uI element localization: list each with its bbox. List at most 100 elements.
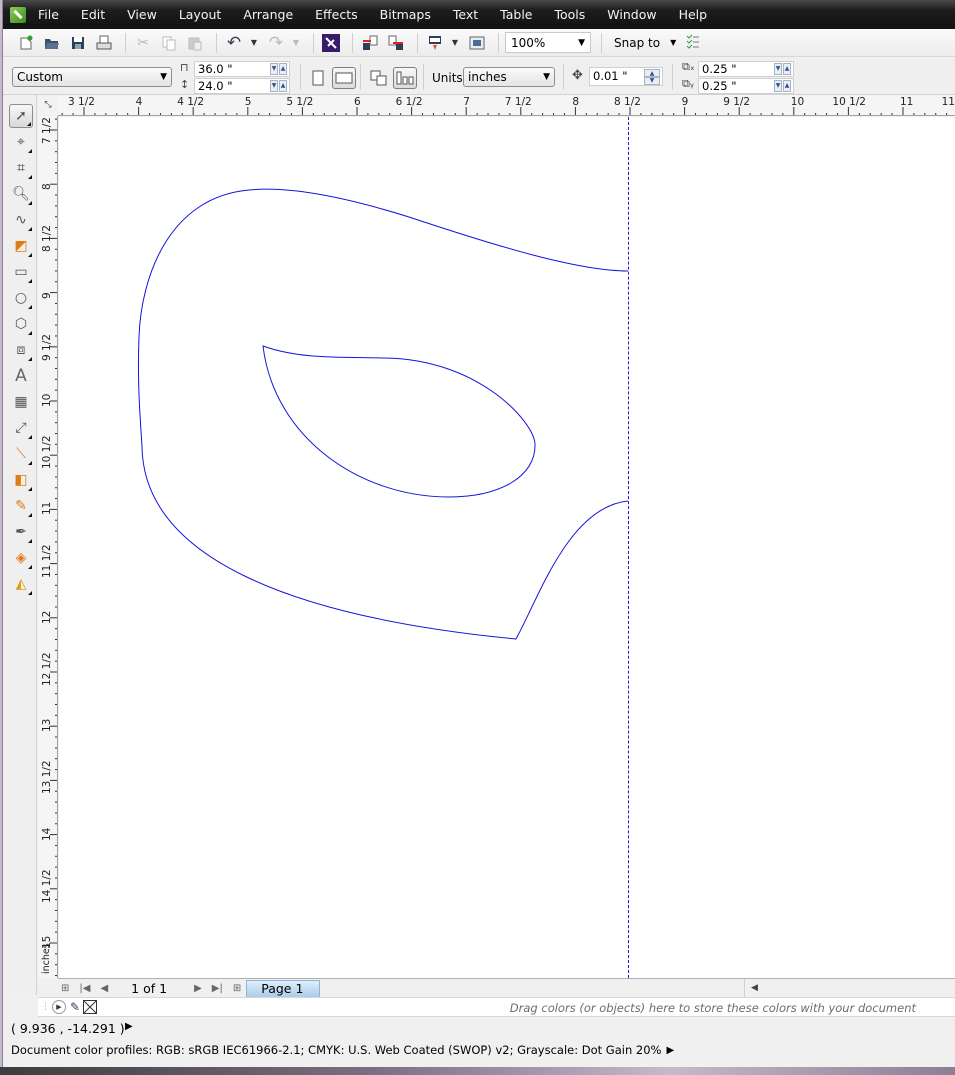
page-width-field[interactable]: 36.0 " ▼ ▲ — [194, 61, 290, 77]
pen-nib-icon: ✒ — [15, 524, 27, 540]
fill-tool[interactable]: ◈ — [9, 546, 33, 570]
menu-arrange[interactable]: Arrange — [232, 0, 304, 29]
smart-fill-tool[interactable]: ◩ — [9, 234, 33, 258]
eyedropper-tool[interactable]: ✎ — [9, 494, 33, 518]
mask-eye-hole-outline[interactable] — [262, 345, 536, 498]
horizontal-scrollbar[interactable]: ◀ — [744, 979, 955, 997]
zoom-tool[interactable]: 🔍︎ — [9, 182, 33, 206]
snap-options-icon[interactable] — [684, 33, 700, 52]
eyedropper-icon[interactable]: ✎ — [70, 1000, 80, 1014]
cut-button[interactable]: ✂ — [132, 32, 154, 54]
blend-tool[interactable]: ◧ — [9, 468, 33, 492]
menu-text[interactable]: Text — [442, 0, 489, 29]
toolbox: ➚ ⌖ ⌗ 🔍︎ ∿ ◩ ▭ ○ ⬡ ⧈ A ▦ ⤢ ⟍ ◧ ✎ ✒ ◈ ◭ — [3, 95, 37, 995]
status-flyout-arrow-icon[interactable]: ▶ — [125, 1021, 133, 1032]
page-width-spinner[interactable]: ▼ ▲ — [270, 63, 288, 75]
portrait-button[interactable] — [306, 67, 330, 89]
page-tab-1[interactable]: Page 1 — [246, 979, 321, 997]
page-height-spinner[interactable]: ▼ ▲ — [270, 80, 288, 92]
page-size-select[interactable]: Custom ▼ — [12, 67, 172, 87]
shape-tool[interactable]: ⌖ — [9, 130, 33, 154]
last-page-button[interactable]: ▶| — [212, 983, 223, 994]
freehand-tool[interactable]: ∿ — [9, 208, 33, 232]
menu-tools[interactable]: Tools — [543, 0, 596, 29]
duplicate-x-spinner[interactable]: ▼ ▲ — [774, 63, 792, 75]
horizontal-ruler[interactable]: 3 1/2 4 4 1/2 5 5 1/2 6 6 1/2 7 7 1/2 8 8 1/2 9 9 1/… — [58, 95, 955, 116]
menu-help[interactable]: Help — [668, 0, 719, 29]
text-tool[interactable]: A — [9, 364, 33, 388]
nudge-distance-field[interactable]: 0.01 " ▲ ▼ — [589, 67, 663, 86]
all-pages-button[interactable] — [367, 67, 391, 89]
no-color-swatch[interactable] — [83, 1000, 98, 1014]
snap-to-dropdown[interactable]: ▼ — [670, 38, 676, 47]
crop-tool[interactable]: ⌗ — [9, 156, 33, 180]
application-launcher-button[interactable] — [424, 32, 446, 54]
save-button[interactable] — [67, 32, 89, 54]
table-tool[interactable]: ▦ — [9, 390, 33, 414]
import-button[interactable] — [359, 32, 381, 54]
menu-effects[interactable]: Effects — [304, 0, 369, 29]
nudge-spinner[interactable]: ▲ ▼ — [644, 69, 660, 85]
ruler-v-ticks — [50, 118, 57, 977]
shape-node-icon: ⌖ — [17, 134, 25, 150]
paste-button[interactable] — [184, 32, 206, 54]
redo-dropdown[interactable]: ▼ — [291, 38, 301, 47]
next-page-button[interactable]: ▶ — [194, 983, 202, 994]
palette-grip[interactable]: ⋮ — [41, 1002, 50, 1012]
outline-pen-tool[interactable]: ✒ — [9, 520, 33, 544]
snap-to-button[interactable]: Snap to — [614, 36, 660, 50]
menu-edit[interactable]: Edit — [70, 0, 116, 29]
insert-page-before-button[interactable]: ⊞ — [61, 983, 69, 994]
save-icon — [72, 36, 84, 49]
zoom-level-combobox[interactable]: 100% ▼ — [505, 32, 591, 53]
duplicate-y-field[interactable]: 0.25 " ▼ ▲ — [698, 78, 794, 94]
color-profiles[interactable]: Document color profiles: RGB: sRGB IEC61… — [11, 1043, 674, 1057]
copy-button[interactable] — [158, 32, 180, 54]
pick-tool[interactable]: ➚ — [9, 104, 33, 128]
color-profiles-arrow-icon[interactable]: ▶ — [666, 1045, 674, 1056]
menu-layout[interactable]: Layout — [168, 0, 233, 29]
undo-button[interactable]: ↶ — [223, 32, 245, 54]
units-select[interactable]: inches ▼ — [463, 67, 555, 87]
duplicate-x-field[interactable]: 0.25 " ▼ ▲ — [698, 61, 794, 77]
menu-view[interactable]: View — [116, 0, 168, 29]
new-document-button[interactable] — [15, 32, 37, 54]
insert-page-after-button[interactable]: ⊞ — [233, 983, 241, 994]
polygon-tool[interactable]: ⬡ — [9, 312, 33, 336]
basic-shapes-tool[interactable]: ⧈ — [9, 338, 33, 362]
corel-connect-button[interactable] — [320, 32, 342, 54]
menu-bitmaps[interactable]: Bitmaps — [369, 0, 442, 29]
open-button[interactable] — [41, 32, 63, 54]
ellipse-tool[interactable]: ○ — [9, 286, 33, 310]
interactive-fill-tool[interactable]: ◭ — [9, 572, 33, 596]
drawing-canvas[interactable] — [59, 117, 955, 978]
rectangle-icon: ▭ — [14, 264, 28, 280]
menu-window[interactable]: Window — [596, 0, 667, 29]
scroll-left-icon[interactable]: ◀ — [751, 983, 758, 993]
rectangle-tool[interactable]: ▭ — [9, 260, 33, 284]
duplicate-y-spinner[interactable]: ▼ ▲ — [774, 80, 792, 92]
undo-dropdown[interactable]: ▼ — [249, 38, 259, 47]
menu-file[interactable]: File — [34, 0, 70, 29]
ruler-origin[interactable]: ⤡ — [38, 95, 58, 115]
current-page-button[interactable] — [393, 67, 417, 89]
export-button[interactable] — [385, 32, 407, 54]
page-height-field[interactable]: 24.0 " ▼ ▲ — [194, 78, 290, 94]
menu-table[interactable]: Table — [489, 0, 543, 29]
welcome-screen-button[interactable] — [466, 32, 488, 54]
landscape-button[interactable] — [332, 67, 356, 89]
first-page-button[interactable]: |◀ — [79, 983, 90, 994]
redo-button[interactable]: ↷ — [265, 32, 287, 54]
dimension-tool[interactable]: ⤢ — [9, 416, 33, 440]
previous-page-button[interactable]: ◀ — [100, 983, 108, 994]
document-palette[interactable]: ⋮ ▶ ✎ Drag colors (or objects) here to s… — [38, 997, 955, 1017]
separator — [300, 64, 301, 90]
palette-flyout-icon[interactable]: ▶ — [52, 1000, 66, 1014]
print-button[interactable] — [93, 32, 115, 54]
vertical-ruler[interactable]: 7 1/2 8 8 1/2 9 9 1/2 10 10 1/2 11 11 1/2 12 12 1/… — [38, 116, 58, 978]
mask-outer-outline[interactable] — [137, 188, 629, 640]
connector-tool[interactable]: ⟍ — [9, 442, 33, 466]
menu-bar: File Edit View Layout Arrange Effects Bi… — [3, 0, 955, 29]
application-launcher-dropdown[interactable]: ▼ — [450, 38, 460, 47]
app-logo-icon[interactable] — [10, 6, 26, 23]
